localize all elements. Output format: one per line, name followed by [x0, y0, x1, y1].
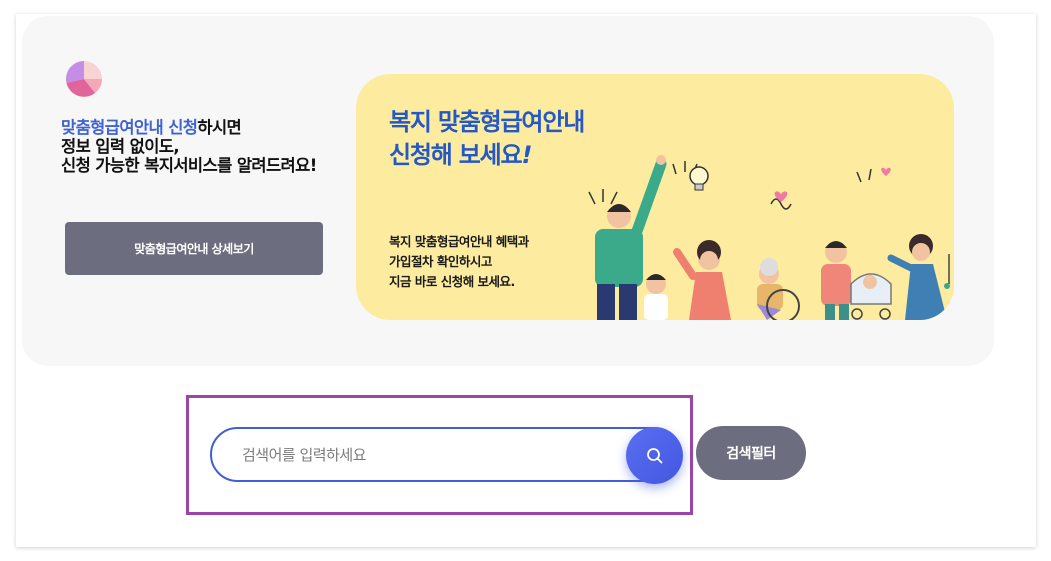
pie-chart-icon — [66, 61, 102, 97]
banner-title-line2: 신청해 보세요 — [389, 141, 523, 169]
search-box — [210, 427, 682, 482]
intro-line2: 정보 입력 없이도, — [61, 137, 180, 156]
search-input[interactable] — [242, 429, 622, 480]
banner-description: 복지 맞춤형급여안내 혜택과 가입절차 확인하시고 지금 바로 신청해 보세요. — [389, 232, 529, 292]
banner-title: 복지 맞춤형급여안내 신청해 보세요! — [389, 106, 585, 172]
intro-line3: 신청 가능한 복지서비스를 알려드려요! — [61, 156, 317, 175]
intro-line1: 하시면 — [197, 118, 242, 137]
family-illustration — [588, 155, 950, 320]
banner-desc-line3: 지금 바로 신청해 보세요. — [389, 274, 515, 289]
banner-desc-line1: 복지 맞춤형급여안내 혜택과 — [389, 234, 529, 249]
banner-title-line1: 복지 맞춤형급여안내 — [389, 108, 585, 136]
search-icon — [646, 447, 662, 463]
promo-banner: 복지 맞춤형급여안내 신청해 보세요! 복지 맞춤형급여안내 혜택과 가입절차 … — [356, 74, 954, 320]
banner-desc-line2: 가입절차 확인하시고 — [389, 254, 492, 269]
intro-text: 맞춤형급여안내 신청하시면 정보 입력 없이도, 신청 가능한 복지서비스를 알… — [61, 118, 336, 175]
detail-view-button[interactable]: 맞춤형급여안내 상세보기 — [65, 222, 323, 275]
search-button[interactable] — [626, 427, 683, 484]
banner-title-exclaim: ! — [521, 141, 532, 169]
search-filter-button[interactable]: 검색필터 — [696, 426, 806, 480]
intro-highlight: 맞춤형급여안내 신청 — [61, 118, 198, 137]
